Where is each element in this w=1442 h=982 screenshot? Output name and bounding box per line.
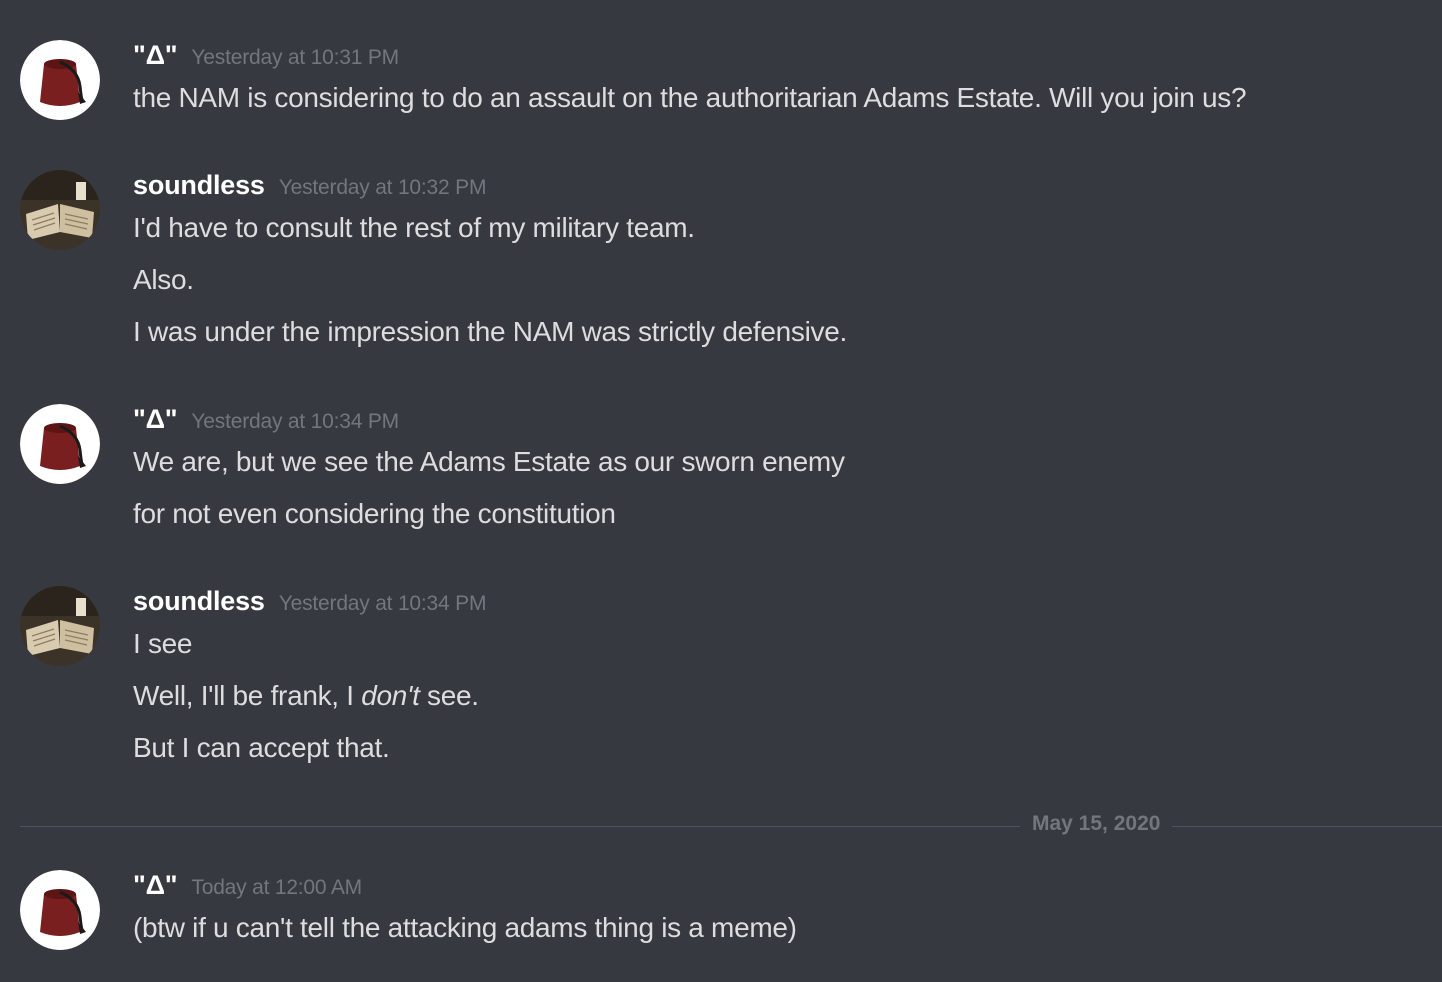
- fez-hat-icon: [20, 404, 100, 484]
- timestamp: Yesterday at 10:31 PM: [191, 46, 399, 69]
- fez-hat-avatar[interactable]: [20, 404, 100, 484]
- message-text: Also.: [133, 264, 194, 295]
- fez-hat-avatar[interactable]: [20, 40, 100, 120]
- message-header: soundless Yesterday at 10:34 PM: [133, 586, 486, 622]
- username[interactable]: soundless: [133, 170, 265, 200]
- username[interactable]: soundless: [133, 586, 265, 616]
- timestamp: Yesterday at 10:32 PM: [278, 176, 487, 199]
- message-header: "Δ" Today at 12:00 AM: [133, 870, 362, 906]
- username[interactable]: "Δ": [133, 40, 178, 70]
- message-text: We are, but we see the Adams Estate as o…: [133, 446, 845, 477]
- timestamp: Yesterday at 10:34 PM: [191, 410, 399, 433]
- text-segment: see.: [419, 680, 479, 711]
- message-header: "Δ" Yesterday at 10:31 PM: [133, 40, 399, 76]
- message-text: the NAM is considering to do an assault …: [133, 82, 1247, 113]
- timestamp: Yesterday at 10:34 PM: [278, 592, 487, 615]
- fez-hat-icon: [20, 40, 100, 120]
- date-divider-line: [20, 826, 1442, 827]
- message-text: But I can accept that.: [133, 732, 390, 763]
- message-header: "Δ" Yesterday at 10:34 PM: [133, 404, 399, 440]
- message-text: (btw if u can't tell the attacking adams…: [133, 912, 797, 943]
- fez-hat-icon: [20, 870, 100, 950]
- username[interactable]: "Δ": [133, 870, 178, 900]
- username[interactable]: "Δ": [133, 404, 178, 434]
- message-text: Well, I'll be frank, I don't see.: [133, 680, 479, 712]
- message-text: for not even considering the constitutio…: [133, 498, 616, 529]
- open-book-icon: [20, 170, 100, 250]
- fez-hat-avatar[interactable]: [20, 870, 100, 950]
- open-book-avatar[interactable]: [20, 170, 100, 250]
- timestamp: Today at 12:00 AM: [191, 876, 362, 899]
- open-book-icon: [20, 586, 100, 666]
- message-text: I'd have to consult the rest of my milit…: [133, 212, 695, 243]
- date-divider-label: May 15, 2020: [1020, 810, 1173, 838]
- message-text: I see: [133, 628, 193, 659]
- text-segment: Well, I'll be frank, I: [133, 680, 362, 711]
- emphasized-text: don't: [361, 680, 420, 711]
- message-text: I was under the impression the NAM was s…: [133, 316, 848, 347]
- message-header: soundless Yesterday at 10:32 PM: [133, 170, 486, 206]
- open-book-avatar[interactable]: [20, 586, 100, 666]
